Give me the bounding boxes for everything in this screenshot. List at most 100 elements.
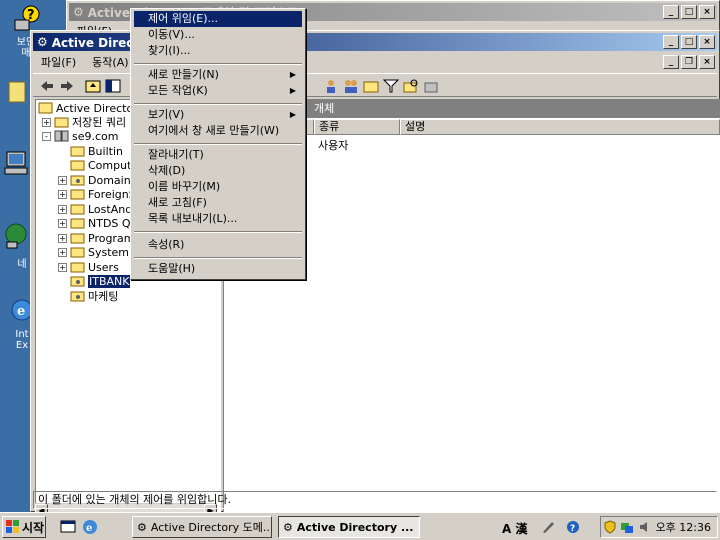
folder-icon bbox=[70, 262, 85, 273]
folder-icon bbox=[70, 233, 85, 244]
my-computer-icon bbox=[4, 151, 28, 175]
tree-item-system[interactable]: + System bbox=[58, 245, 129, 259]
task-label: Active Directory ... bbox=[296, 520, 414, 534]
tree-item-builtin[interactable]: Builtin bbox=[70, 144, 123, 158]
folder-icon bbox=[70, 160, 85, 171]
menu-item-delegate-control[interactable]: 제어 위임(E)... bbox=[134, 11, 302, 27]
menu-item-new-window[interactable]: 여기에서 창 새로 만들기(W) bbox=[134, 123, 302, 139]
internet-explorer-icon[interactable]: e bbox=[82, 519, 98, 535]
menu-item-new[interactable]: 새로 만들기(N) ▶ bbox=[134, 67, 302, 83]
menu-item-move[interactable]: 이동(V)... bbox=[134, 27, 302, 43]
expand-toggle[interactable]: + bbox=[58, 262, 67, 272]
menu-item-view[interactable]: 보기(V) ▶ bbox=[134, 107, 302, 123]
expand-toggle[interactable]: + bbox=[58, 247, 67, 257]
network-icon[interactable] bbox=[620, 520, 634, 534]
menu-separator bbox=[134, 143, 302, 145]
menu-item-delete[interactable]: 삭제(D) bbox=[134, 163, 302, 179]
forward-arrow-icon[interactable] bbox=[59, 78, 75, 94]
tree-item-domain[interactable]: - se9.com bbox=[42, 129, 119, 143]
new-ou-icon[interactable] bbox=[363, 78, 379, 94]
tree-item-label: 저장된 쿼리 bbox=[72, 116, 127, 129]
svg-text:?: ? bbox=[570, 524, 575, 534]
show-tree-icon[interactable] bbox=[105, 78, 121, 94]
maximize-button[interactable]: □ bbox=[681, 5, 697, 19]
menu-item-help[interactable]: 도움말(H) bbox=[134, 261, 302, 277]
folder-icon bbox=[70, 146, 85, 157]
expand-toggle[interactable]: + bbox=[58, 204, 67, 214]
menu-item-export-list[interactable]: 목록 내보내기(L)... bbox=[134, 211, 302, 227]
expand-toggle[interactable]: + bbox=[42, 117, 51, 127]
folder-icon bbox=[70, 218, 85, 229]
new-group-icon[interactable] bbox=[343, 78, 359, 94]
tree-item-itbank[interactable]: ITBANK bbox=[70, 274, 131, 288]
folder-icon bbox=[70, 189, 85, 200]
menu-file[interactable]: 파일(F) bbox=[33, 54, 84, 70]
status-bar: 이 폴더에 있는 개체의 제어를 위임합니다. bbox=[33, 491, 717, 509]
ad-icon: ⚙ bbox=[137, 520, 147, 534]
ime-pen-icon[interactable] bbox=[540, 519, 556, 535]
shield-icon[interactable] bbox=[604, 520, 616, 534]
close-button[interactable]: × bbox=[699, 5, 715, 19]
menu-action[interactable]: 동작(A) bbox=[84, 54, 136, 70]
menu-separator bbox=[134, 257, 302, 259]
tree-item-label: se9.com bbox=[72, 129, 119, 143]
system-tray: 오후 12:36 bbox=[600, 516, 718, 538]
list-item-type: 사용자 bbox=[318, 139, 349, 152]
find-icon[interactable] bbox=[403, 78, 419, 94]
ou-icon bbox=[70, 175, 85, 186]
expand-toggle[interactable]: + bbox=[58, 175, 67, 185]
expand-toggle[interactable]: + bbox=[58, 189, 67, 199]
taskbar-item-users[interactable]: ⚙ Active Directory ... bbox=[278, 516, 420, 538]
menu-item-properties[interactable]: 속성(R) bbox=[134, 237, 302, 253]
new-user-icon[interactable] bbox=[323, 78, 339, 94]
tree-item-label: ITBANK bbox=[88, 274, 131, 288]
close-button[interactable]: × bbox=[699, 35, 715, 49]
start-button[interactable]: 시작 bbox=[2, 516, 46, 538]
tree-item-users[interactable]: + Users bbox=[58, 260, 119, 274]
submenu-arrow-icon: ▶ bbox=[289, 70, 296, 79]
ad-icon: ⚙ bbox=[73, 5, 84, 19]
child-close-button[interactable]: × bbox=[699, 55, 715, 69]
up-folder-icon[interactable] bbox=[85, 78, 101, 94]
child-restore-button[interactable]: ❐ bbox=[681, 55, 697, 69]
help-circle-icon[interactable]: ? bbox=[566, 520, 580, 534]
tree-item-marketing[interactable]: 마케팅 bbox=[70, 289, 118, 303]
svg-text:e: e bbox=[17, 304, 25, 319]
tree-item-label: 마케팅 bbox=[88, 290, 119, 303]
menu-item-all-tasks[interactable]: 모든 작업(K) ▶ bbox=[134, 83, 302, 99]
column-header-type[interactable]: 종류 bbox=[314, 119, 400, 135]
menu-item-refresh[interactable]: 새로 고침(F) bbox=[134, 195, 302, 211]
menu-separator bbox=[134, 63, 302, 65]
minimize-button[interactable]: _ bbox=[663, 35, 679, 49]
back-arrow-icon[interactable] bbox=[39, 78, 55, 94]
ou-icon bbox=[70, 291, 85, 302]
taskbar: 시작 e ⚙ Active Directory 도메... ⚙ Active D… bbox=[0, 512, 720, 540]
menu-item-cut[interactable]: 잘라내기(T) bbox=[134, 147, 302, 163]
expand-toggle[interactable]: + bbox=[58, 218, 67, 228]
tree-item-label: Users bbox=[88, 260, 119, 274]
my-documents-icon bbox=[8, 81, 26, 103]
collapse-toggle[interactable]: - bbox=[42, 131, 51, 141]
ime-indicator[interactable]: A 漢 bbox=[502, 520, 527, 537]
volume-icon[interactable] bbox=[638, 520, 652, 534]
folder-icon bbox=[70, 204, 85, 215]
menu-item-rename[interactable]: 이름 바꾸기(M) bbox=[134, 179, 302, 195]
add-to-group-icon[interactable] bbox=[423, 78, 439, 94]
maximize-button[interactable]: □ bbox=[681, 35, 697, 49]
ad-users-icon bbox=[38, 102, 53, 114]
tree-item-saved-queries[interactable]: + 저장된 쿼리 bbox=[42, 115, 126, 129]
menu-separator bbox=[134, 103, 302, 105]
folder-icon bbox=[70, 247, 85, 258]
filter-icon[interactable] bbox=[383, 78, 399, 94]
context-menu[interactable]: 제어 위임(E)... 이동(V)... 찾기(I)... 새로 만들기(N) ▶… bbox=[130, 8, 306, 280]
column-header-description[interactable]: 설명 bbox=[400, 119, 720, 135]
show-desktop-icon[interactable] bbox=[60, 520, 76, 534]
taskbar-item-domains[interactable]: ⚙ Active Directory 도메... bbox=[132, 516, 272, 538]
expand-toggle[interactable]: + bbox=[58, 233, 67, 243]
clock[interactable]: 오후 12:36 bbox=[656, 519, 711, 535]
menu-item-find[interactable]: 찾기(I)... bbox=[134, 43, 302, 59]
minimize-button[interactable]: _ bbox=[663, 5, 679, 19]
child-minimize-button[interactable]: _ bbox=[663, 55, 679, 69]
start-label: 시작 bbox=[22, 520, 45, 535]
help-icon: ? bbox=[14, 5, 40, 31]
